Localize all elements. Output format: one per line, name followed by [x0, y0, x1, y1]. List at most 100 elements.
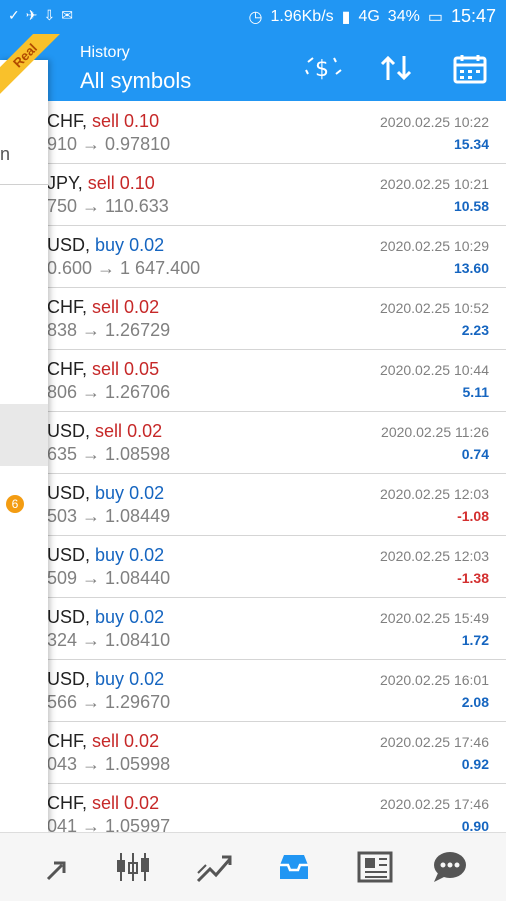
news-icon[interactable]	[355, 849, 395, 885]
trade-prices: 509 → 1.08440	[47, 568, 171, 588]
chart-icon[interactable]	[113, 849, 153, 885]
history-icon[interactable]	[274, 849, 314, 885]
trade-volume: 0.10	[119, 173, 155, 193]
trade-volume: 0.02	[124, 731, 160, 751]
trade-title: CHF, sell 0.02	[47, 731, 160, 751]
trade-volume: 0.10	[124, 111, 160, 131]
notification-count-badge: 6	[6, 495, 24, 513]
trade-profit: -1.38	[457, 570, 489, 586]
trade-title: USD, sell 0.02	[47, 421, 163, 441]
trade-time: 2020.02.25 10:29	[380, 238, 489, 254]
quotes-icon[interactable]	[42, 849, 82, 885]
status-bar: ✓ ✈ ⇩ ✉ ◷ 1.96Kb/s ▮ 4G 34% ▭ 15:47	[0, 0, 506, 34]
trade-title: CHF, sell 0.02	[47, 297, 160, 317]
trade-symbol: USD	[47, 483, 86, 503]
trade-side: sell	[92, 297, 120, 317]
sort-icon[interactable]	[376, 52, 416, 90]
trade-volume: 0.02	[129, 669, 165, 689]
drawer-item-selected[interactable]	[0, 404, 48, 466]
trade-time: 2020.02.25 11:26	[381, 424, 489, 440]
trade-time: 2020.02.25 12:03	[380, 548, 489, 564]
trade-profit: 13.60	[453, 260, 489, 276]
trade-row[interactable]: USD, buy 0.02 324 → 1.08410 2020.02.25 15:…	[0, 597, 506, 660]
network-type: 4G	[358, 7, 380, 25]
trade-prices: 910 → 0.97810	[47, 134, 171, 154]
mail-icon: ✉	[61, 7, 73, 23]
trade-prices: 838 → 1.26729	[47, 320, 171, 340]
trade-row[interactable]: CHF, sell 0.05 806 → 1.26706 2020.02.25 10…	[0, 349, 506, 412]
trade-profit: 5.11	[462, 384, 489, 400]
trade-prices: 635 → 1.08598	[47, 444, 171, 464]
trade-row[interactable]: USD, buy 0.02 566 → 1.29670 2020.02.25 16:…	[0, 659, 506, 722]
trade-row[interactable]: CHF, sell 0.02 043 → 1.05998 2020.02.25 17…	[0, 721, 506, 784]
trade-time: 2020.02.25 17:46	[380, 734, 489, 750]
trade-side: sell	[92, 359, 120, 379]
trade-volume: 0.02	[127, 421, 163, 441]
svg-text:$: $	[315, 57, 329, 82]
trade-profit: 0.74	[461, 446, 489, 462]
trade-profit: 2.23	[461, 322, 489, 338]
drawer-item-text[interactable]: n	[0, 144, 10, 165]
trade-profit: -1.08	[457, 508, 489, 524]
page-subtitle: History	[80, 44, 130, 61]
trade-symbol: JPY	[47, 173, 78, 193]
trade-title: USD, buy 0.02	[47, 235, 165, 255]
trade-side: sell	[92, 111, 120, 131]
status-right: ◷ 1.96Kb/s ▮ 4G 34% ▭ 15:47	[249, 6, 496, 27]
trade-symbol: CHF	[47, 111, 82, 131]
trade-row[interactable]: CHF, sell 0.10 910 → 0.97810 2020.02.25 10…	[0, 101, 506, 164]
side-drawer[interactable]: n 6	[0, 60, 48, 832]
trade-row[interactable]: USD, buy 0.02 509 → 1.08440 2020.02.25 12:…	[0, 535, 506, 598]
trade-profit: 10.58	[453, 198, 489, 214]
trade-symbol: CHF	[47, 793, 82, 813]
currency-exchange-icon[interactable]: $	[302, 52, 342, 90]
trade-row[interactable]: USD, buy 0.02 503 → 1.08449 2020.02.25 12:…	[0, 473, 506, 536]
trade-row[interactable]: CHF, sell 0.02 838 → 1.26729 2020.02.25 10…	[0, 287, 506, 350]
calendar-icon[interactable]	[450, 52, 490, 90]
trade-time: 2020.02.25 10:22	[380, 114, 489, 130]
trade-symbol: USD	[47, 235, 86, 255]
trade-time: 2020.02.25 10:44	[380, 362, 489, 378]
trade-row[interactable]: USD, buy 0.02 0.600 → 1 647.400 2020.02.25…	[0, 225, 506, 288]
trade-side: buy	[95, 607, 125, 627]
trade-profit: 15.34	[453, 136, 489, 152]
trade-prices: 0.600 → 1 647.400	[47, 258, 201, 278]
trade-profit: 1.72	[461, 632, 489, 648]
trade-symbol: CHF	[47, 731, 82, 751]
bottom-navigation	[0, 832, 506, 901]
battery-percent: 34%	[387, 7, 420, 25]
trade-prices: 750 → 110.633	[47, 196, 169, 216]
trade-volume: 0.02	[129, 235, 165, 255]
trade-title: USD, buy 0.02	[47, 483, 165, 503]
trade-profit: 2.08	[461, 694, 489, 710]
trade-side: sell	[92, 731, 120, 751]
trade-volume: 0.05	[124, 359, 160, 379]
trade-side: buy	[95, 545, 125, 565]
trade-side: buy	[95, 483, 125, 503]
download-icon: ⇩	[43, 7, 56, 23]
notification-icon: ✓	[8, 7, 20, 23]
drawer-divider	[0, 184, 48, 185]
trade-title: CHF, sell 0.10	[47, 111, 160, 131]
telegram-icon: ✈	[25, 7, 38, 23]
trade-time: 2020.02.25 17:46	[380, 796, 489, 812]
trade-volume: 0.02	[129, 545, 165, 565]
trade-time: 2020.02.25 16:01	[380, 672, 489, 688]
trade-symbol: USD	[47, 545, 86, 565]
trade-symbol: CHF	[47, 359, 82, 379]
trade-prices: 043 → 1.05998	[47, 754, 171, 774]
trade-volume: 0.02	[129, 483, 165, 503]
trade-title: JPY, sell 0.10	[47, 173, 155, 193]
trade-time: 2020.02.25 10:21	[380, 176, 489, 192]
trade-profit: 0.92	[461, 756, 489, 772]
trade-history-list[interactable]: CHF, sell 0.10 910 → 0.97810 2020.02.25 10…	[0, 101, 506, 846]
net-speed: 1.96Kb/s	[270, 7, 334, 25]
trade-icon[interactable]	[194, 849, 234, 885]
trade-row[interactable]: JPY, sell 0.10 750 → 110.633 2020.02.25 10…	[0, 163, 506, 226]
chat-icon[interactable]	[430, 849, 470, 885]
trade-title: CHF, sell 0.05	[47, 359, 160, 379]
trade-time: 2020.02.25 15:49	[380, 610, 489, 626]
trade-row[interactable]: USD, sell 0.02 635 → 1.08598 2020.02.25 11…	[0, 411, 506, 474]
page-title[interactable]: All symbols	[80, 68, 191, 94]
trade-side: buy	[95, 669, 125, 689]
